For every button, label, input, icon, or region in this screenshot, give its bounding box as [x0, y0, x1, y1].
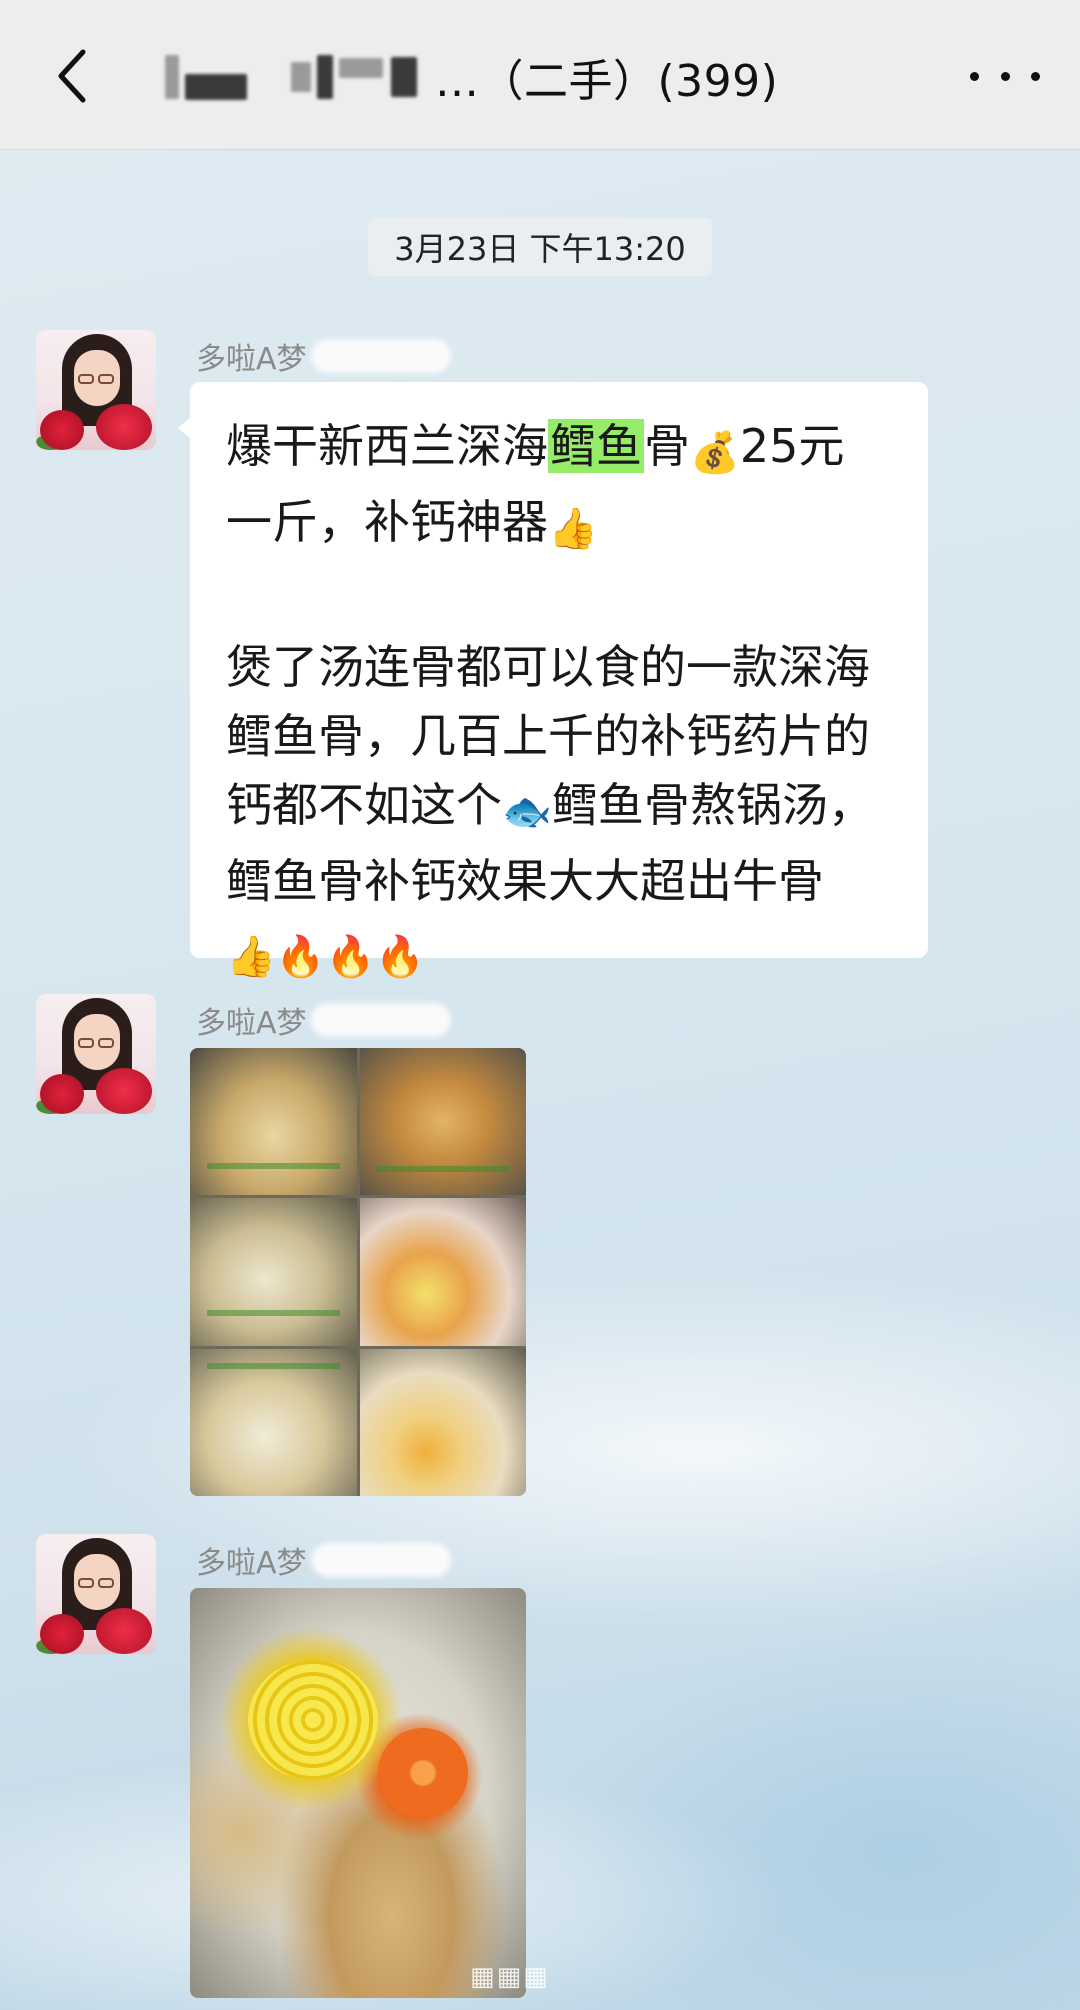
collage-tile	[190, 1348, 357, 1496]
redacted-block	[317, 55, 333, 99]
redacted-mask	[310, 1543, 451, 1577]
collage-tile	[359, 1048, 526, 1196]
redacted-block	[391, 57, 417, 97]
text-message-bubble[interactable]: 爆干新西兰深海鳕鱼骨💰25元 一斤，补钙神器👍 煲了汤连骨都可以食的一款深海鳕鱼骨…	[178, 382, 928, 980]
redacted-mask	[310, 339, 451, 373]
more-options-button[interactable]	[970, 56, 1040, 96]
redacted-block	[291, 62, 311, 92]
soup-image[interactable]	[190, 1588, 526, 1998]
collage-tile	[190, 1198, 357, 1346]
sender-name: 多啦A梦	[196, 1540, 451, 1581]
message-timestamp: 3月23日 下午13:20	[368, 218, 712, 276]
chat-header: …（二手）(399)	[0, 0, 1080, 150]
collage-tile	[359, 1348, 526, 1496]
avatar[interactable]	[36, 994, 156, 1114]
redacted-block	[339, 58, 383, 78]
collage-tile	[190, 1048, 357, 1196]
watermark: ▦▦▦	[470, 1962, 550, 1992]
sender-name: 多啦A梦	[196, 1000, 451, 1041]
food-collage-image[interactable]	[190, 1048, 526, 1496]
more-dots-icon	[1000, 71, 1010, 81]
highlighted-keyword[interactable]: 鳕鱼	[548, 419, 644, 473]
thumbs-up-fire-icons: 👍🔥🔥🔥	[226, 934, 426, 980]
redacted-block	[165, 55, 179, 99]
chat-title: …（二手）(399)	[165, 46, 778, 108]
redacted-block	[185, 74, 247, 100]
carrot-shape	[378, 1728, 468, 1818]
fish-icon: 🐟	[502, 789, 552, 835]
more-dots-icon	[970, 71, 979, 81]
collage-tile	[359, 1198, 526, 1346]
more-dots-icon	[1031, 71, 1040, 81]
chevron-left-icon	[58, 49, 86, 103]
redacted-mask	[310, 1003, 451, 1037]
avatar[interactable]	[36, 330, 156, 450]
thumbs-up-icon: 👍	[548, 506, 598, 552]
corn-shape	[248, 1660, 378, 1780]
avatar[interactable]	[36, 1534, 156, 1654]
message-paragraph-1: 爆干新西兰深海鳕鱼骨💰25元 一斤，补钙神器👍	[226, 412, 892, 564]
message-paragraph-2: 煲了汤连骨都可以食的一款深海鳕鱼骨，几百上千的补钙药片的钙都不如这个🐟鳕鱼骨熬锅…	[226, 633, 892, 992]
sender-name: 多啦A梦	[196, 336, 451, 377]
back-button[interactable]	[40, 40, 104, 112]
chat-title-text: …（二手）(399)	[435, 56, 779, 107]
money-bag-icon: 💰	[690, 430, 740, 476]
